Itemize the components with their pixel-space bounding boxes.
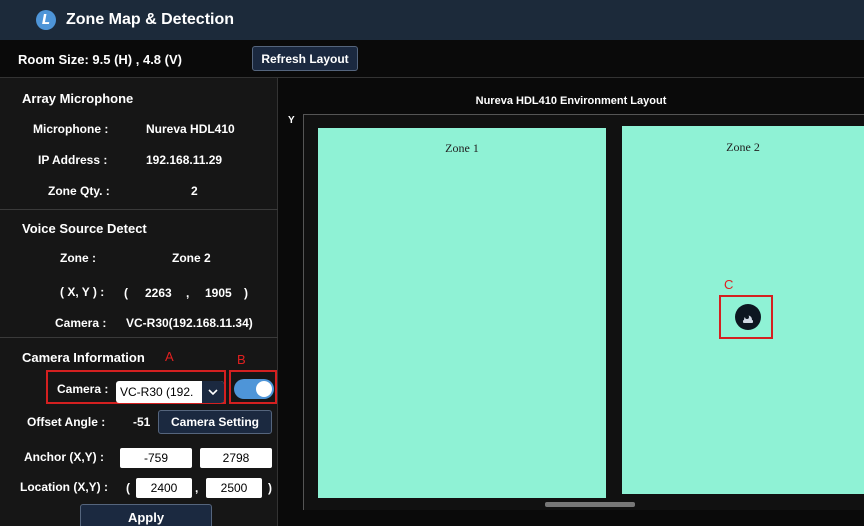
location-comma: , <box>195 481 199 495</box>
zone-qty-value: 2 <box>191 184 198 198</box>
camera-setting-button[interactable]: Camera Setting <box>158 410 272 434</box>
xy-open-paren: ( <box>124 286 128 300</box>
environment-layout-title: Nureva HDL410 Environment Layout <box>475 95 667 107</box>
offset-angle-label: Offset Angle : <box>27 415 106 429</box>
zone-1-area[interactable]: Zone 1 <box>318 128 606 498</box>
detected-zone-label: Zone : <box>60 251 96 265</box>
detected-zone-value: Zone 2 <box>172 251 211 265</box>
array-microphone-title: Array Microphone <box>22 91 134 106</box>
location-y-field[interactable]: 2500 <box>206 478 262 498</box>
anchor-x-field[interactable]: -759 <box>120 448 192 468</box>
offset-angle-value: -51 <box>133 415 151 429</box>
detect-camera-value: VC-R30(192.168.11.34) <box>126 316 253 330</box>
chevron-down-icon <box>202 381 224 403</box>
window-title: Zone Map & Detection <box>66 11 235 28</box>
voice-source-title: Voice Source Detect <box>22 221 147 236</box>
zone-qty-label: Zone Qty. : <box>48 184 110 198</box>
location-close-paren: ) <box>268 481 272 495</box>
ptz-camera-icon[interactable] <box>735 304 761 330</box>
horizontal-scrollbar-thumb[interactable] <box>545 502 635 507</box>
room-size-bar: Room Size: 9.5 (H) , 4.8 (V) Refresh Lay… <box>0 40 864 78</box>
microphone-value: Nureva HDL410 <box>146 122 235 136</box>
camera-select-label: Camera : <box>57 382 109 396</box>
app-logo-icon: L <box>36 10 56 30</box>
refresh-layout-button[interactable]: Refresh Layout <box>252 46 358 71</box>
camera-select-value: VC-R30 (192. <box>120 385 194 399</box>
voice-source-section: Voice Source Detect Zone : Zone 2 ( X, Y… <box>0 210 278 338</box>
ip-address-label: IP Address : <box>38 153 108 167</box>
camera-select[interactable]: VC-R30 (192. <box>116 381 224 403</box>
location-x-field[interactable]: 2400 <box>136 478 192 498</box>
location-label: Location (X,Y) : <box>20 480 108 494</box>
toggle-knob <box>256 381 272 397</box>
array-microphone-section: Array Microphone Microphone : Nureva HDL… <box>0 78 278 210</box>
ip-address-value: 192.168.11.29 <box>146 153 223 167</box>
location-open-paren: ( <box>126 481 130 495</box>
camera-information-title: Camera Information <box>22 350 145 365</box>
annotation-b: B <box>237 352 246 367</box>
annotation-c: C <box>724 277 734 292</box>
zone-2-label: Zone 2 <box>726 140 760 154</box>
room-size-text: Room Size: 9.5 (H) , 4.8 (V) <box>18 52 182 67</box>
x-value: 2263 <box>145 286 172 300</box>
zone-1-label: Zone 1 <box>445 141 479 155</box>
title-bar: L Zone Map & Detection <box>0 0 864 40</box>
annotation-a: A <box>165 349 174 364</box>
microphone-label: Microphone : <box>33 122 109 136</box>
xy-label: ( X, Y ) : <box>60 285 105 299</box>
detect-camera-label: Camera : <box>55 316 107 330</box>
camera-tracking-toggle[interactable] <box>234 379 274 399</box>
anchor-y-field[interactable]: 2798 <box>200 448 272 468</box>
apply-button[interactable]: Apply <box>80 504 212 526</box>
xy-comma: , <box>186 286 190 300</box>
xy-close-paren: ) <box>244 286 248 300</box>
y-axis-label: Y <box>288 115 295 126</box>
y-value: 1905 <box>205 286 232 300</box>
anchor-label: Anchor (X,Y) : <box>24 450 104 464</box>
